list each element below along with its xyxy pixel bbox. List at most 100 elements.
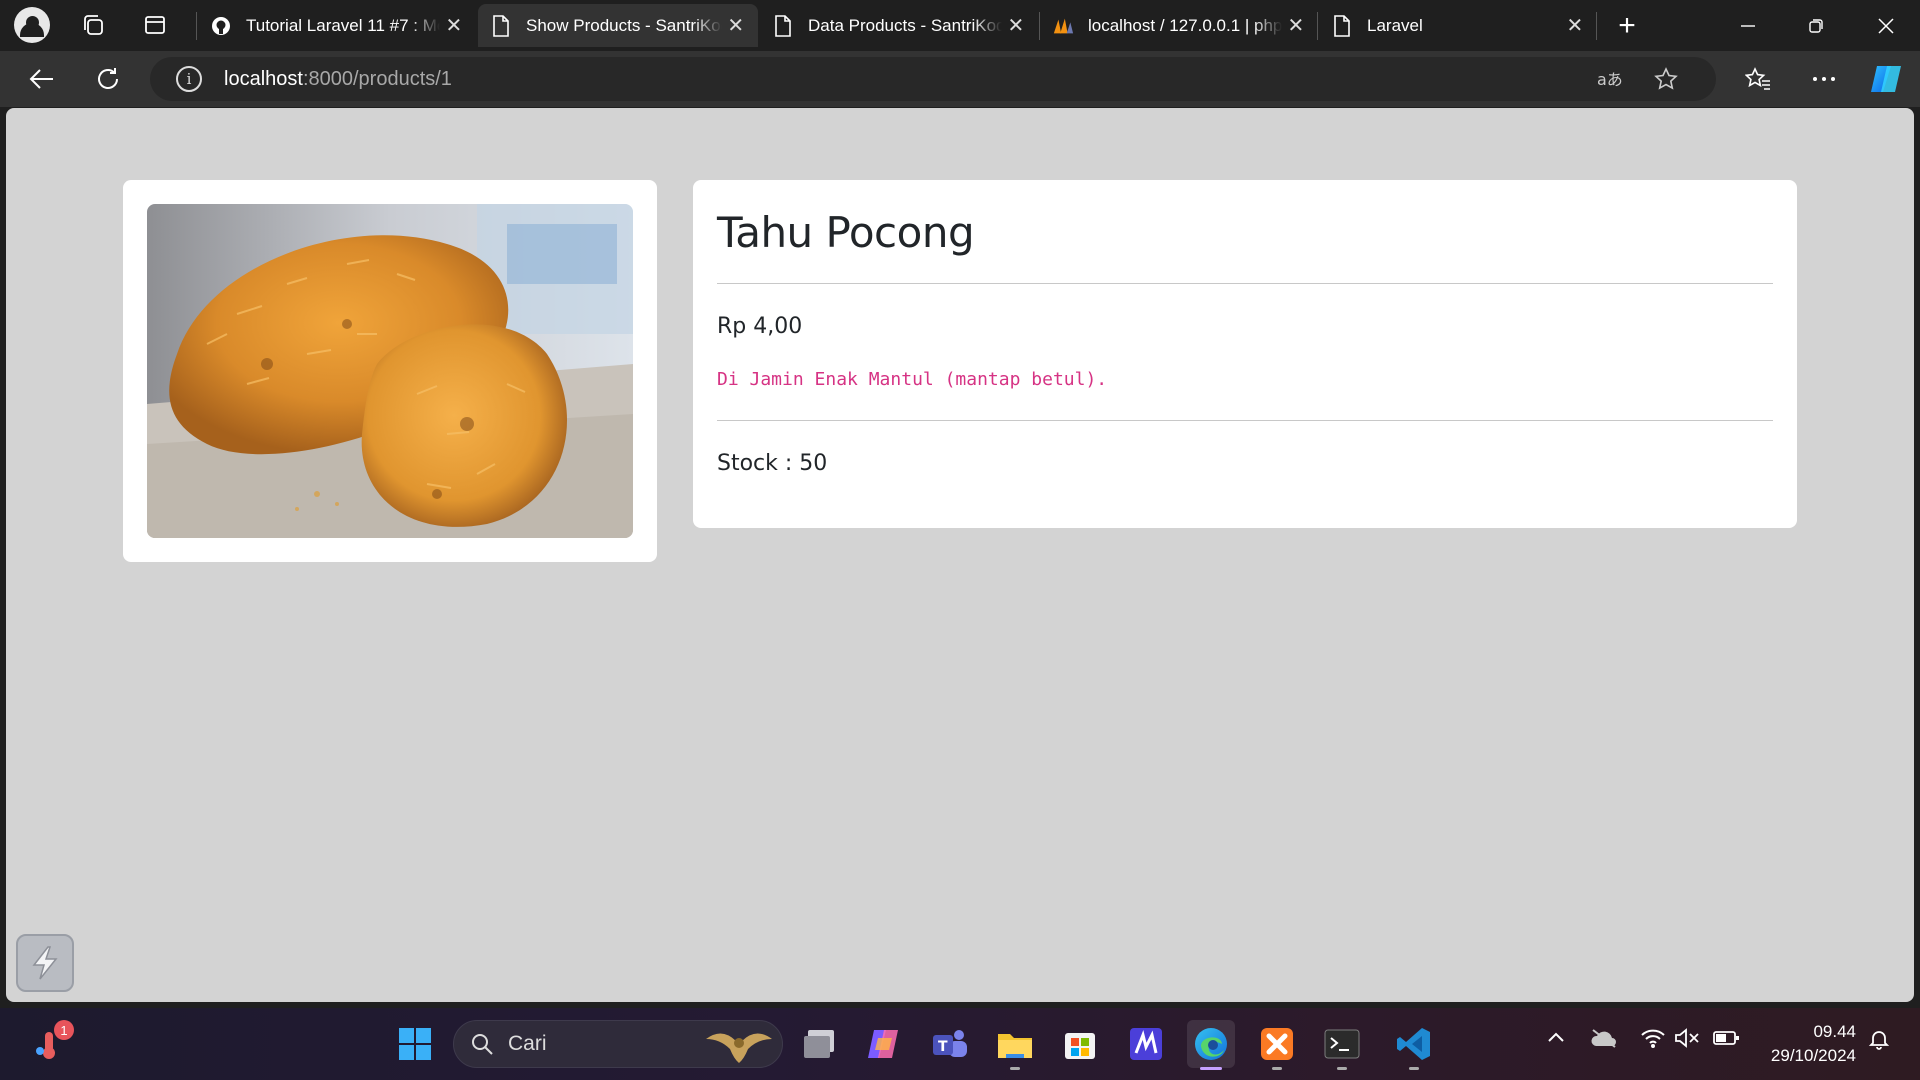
arrow-left-icon [29, 69, 53, 89]
tab-strip: Tutorial Laravel 11 #7 : Menampilkan Det… [0, 0, 1920, 51]
browser-toolbar: i localhost:8000/products/1 aあ [0, 51, 1920, 107]
start-button[interactable] [391, 1020, 439, 1068]
folder-icon [998, 1034, 1032, 1058]
search-highlight-eagle-icon [706, 1033, 772, 1063]
more-dots-icon [1813, 77, 1835, 81]
close-icon[interactable]: ✕ [1286, 15, 1306, 37]
tab-title: Data Products - SantriKoding [808, 15, 1002, 35]
tab-data-products[interactable]: Data Products - SantriKoding ✕ [760, 4, 1038, 47]
debugbar-toggle-button[interactable] [16, 934, 74, 992]
restore-button[interactable] [1782, 0, 1850, 51]
site-info-icon[interactable]: i [176, 66, 202, 92]
onedrive-icon[interactable] [1590, 1028, 1618, 1053]
phpmyadmin-icon [1052, 15, 1074, 37]
volume-muted-icon[interactable] [1674, 1028, 1700, 1053]
product-price: Rp 4,00 [717, 314, 803, 339]
show-hidden-icons-button[interactable] [1546, 1028, 1566, 1053]
windows-taskbar: 1 Cari T 09.44 29/10/2024 [0, 1008, 1920, 1080]
close-icon[interactable]: ✕ [726, 15, 746, 37]
vscode-button[interactable] [1390, 1020, 1438, 1070]
task-view-icon [804, 1030, 834, 1058]
workspaces-button[interactable] [73, 5, 113, 45]
tab-show-products[interactable]: Show Products - SantriKoding ✕ [478, 4, 758, 47]
divider [717, 420, 1773, 421]
favorites-button[interactable] [1738, 59, 1778, 99]
back-button[interactable] [22, 59, 62, 99]
tab-separator [196, 12, 197, 40]
copilot-icon [1871, 66, 1901, 92]
clock-time: 09.44 [1813, 1022, 1856, 1041]
reload-icon [98, 68, 118, 89]
xampp-button[interactable] [1253, 1020, 1301, 1070]
running-indicator [1337, 1067, 1347, 1070]
teams-button[interactable]: T [926, 1020, 974, 1068]
more-options-button[interactable] [1804, 59, 1844, 99]
product-image-card [123, 180, 657, 562]
mathtype-button[interactable] [1122, 1020, 1170, 1068]
close-icon[interactable]: ✕ [1565, 15, 1585, 37]
profile-button[interactable] [12, 5, 52, 45]
task-view-button[interactable] [795, 1020, 843, 1068]
tab-separator [1596, 12, 1597, 40]
tab-tutorial[interactable]: Tutorial Laravel 11 #7 : Menampilkan Det… [198, 4, 476, 47]
copilot-button[interactable] [1866, 59, 1906, 99]
wifi-icon[interactable] [1640, 1028, 1666, 1053]
m-app-icon [1130, 1028, 1162, 1060]
svg-text:aあ: aあ [1597, 70, 1623, 89]
store-icon [1065, 1033, 1095, 1059]
microsoft-store-button[interactable] [1056, 1020, 1104, 1068]
file-explorer-button[interactable] [991, 1020, 1039, 1070]
page-icon [490, 14, 512, 37]
restore-icon [1809, 18, 1823, 33]
close-icon [1878, 17, 1894, 34]
terminal-button[interactable] [1318, 1020, 1366, 1070]
battery-icon[interactable] [1712, 1028, 1740, 1053]
tab-laravel[interactable]: Laravel ✕ [1319, 4, 1597, 47]
page-viewport: Tahu Pocong Rp 4,00 Di Jamin Enak Mantul… [6, 108, 1914, 1002]
taskbar-search[interactable]: Cari [453, 1020, 783, 1068]
copilot-icon [868, 1030, 898, 1058]
close-icon[interactable]: ✕ [444, 15, 464, 37]
product-description: Di Jamin Enak Mantul (mantap betul). [717, 369, 1108, 390]
favorites-icon [1745, 67, 1770, 90]
minimize-button[interactable] [1714, 0, 1782, 51]
tab-phpmyadmin[interactable]: localhost / 127.0.0.1 | phpMyAdmin ✕ [1040, 4, 1318, 47]
widgets-button[interactable]: 1 [26, 1020, 74, 1068]
running-indicator [1200, 1067, 1222, 1070]
vertical-tabs-button[interactable] [135, 5, 175, 45]
github-icon [210, 15, 232, 37]
page-icon [772, 14, 794, 37]
product-title: Tahu Pocong [717, 208, 975, 257]
product-stock: Stock : 50 [717, 451, 828, 476]
new-tab-button[interactable]: + [1608, 7, 1646, 45]
translate-icon[interactable]: aあ [1590, 59, 1630, 99]
notification-badge: 1 [54, 1020, 74, 1040]
svg-text:T: T [938, 1039, 948, 1055]
url-text[interactable]: localhost:8000/products/1 [224, 68, 452, 91]
page-icon [1331, 14, 1353, 37]
tab-title: localhost / 127.0.0.1 | phpMyAdmin [1088, 15, 1282, 35]
copilot-taskbar-button[interactable] [860, 1020, 908, 1068]
profile-icon [14, 7, 50, 43]
close-icon[interactable]: ✕ [1006, 15, 1026, 37]
favorite-star-icon[interactable] [1646, 59, 1686, 99]
reload-button[interactable] [88, 59, 128, 99]
windows-icon [399, 1028, 431, 1060]
xampp-icon [1261, 1028, 1293, 1060]
tab-title: Tutorial Laravel 11 #7 : Menampilkan Det… [246, 15, 440, 35]
tab-separator [1317, 12, 1318, 40]
clock[interactable]: 09.44 29/10/2024 [1756, 1020, 1856, 1068]
address-bar[interactable]: i localhost:8000/products/1 aあ [150, 57, 1716, 101]
vscode-icon [1397, 1028, 1430, 1060]
clock-date: 29/10/2024 [1770, 1046, 1856, 1065]
product-detail-card: Tahu Pocong Rp 4,00 Di Jamin Enak Mantul… [693, 180, 1797, 528]
terminal-icon [1324, 1029, 1360, 1059]
edge-browser-button[interactable] [1187, 1020, 1235, 1070]
running-indicator [1010, 1067, 1020, 1070]
search-icon [472, 1034, 493, 1055]
notification-bell-icon[interactable] [1868, 1028, 1890, 1055]
running-indicator [1409, 1067, 1419, 1070]
chevron-up-icon [1548, 1032, 1564, 1042]
close-window-button[interactable] [1852, 0, 1920, 51]
running-indicator [1272, 1067, 1282, 1070]
